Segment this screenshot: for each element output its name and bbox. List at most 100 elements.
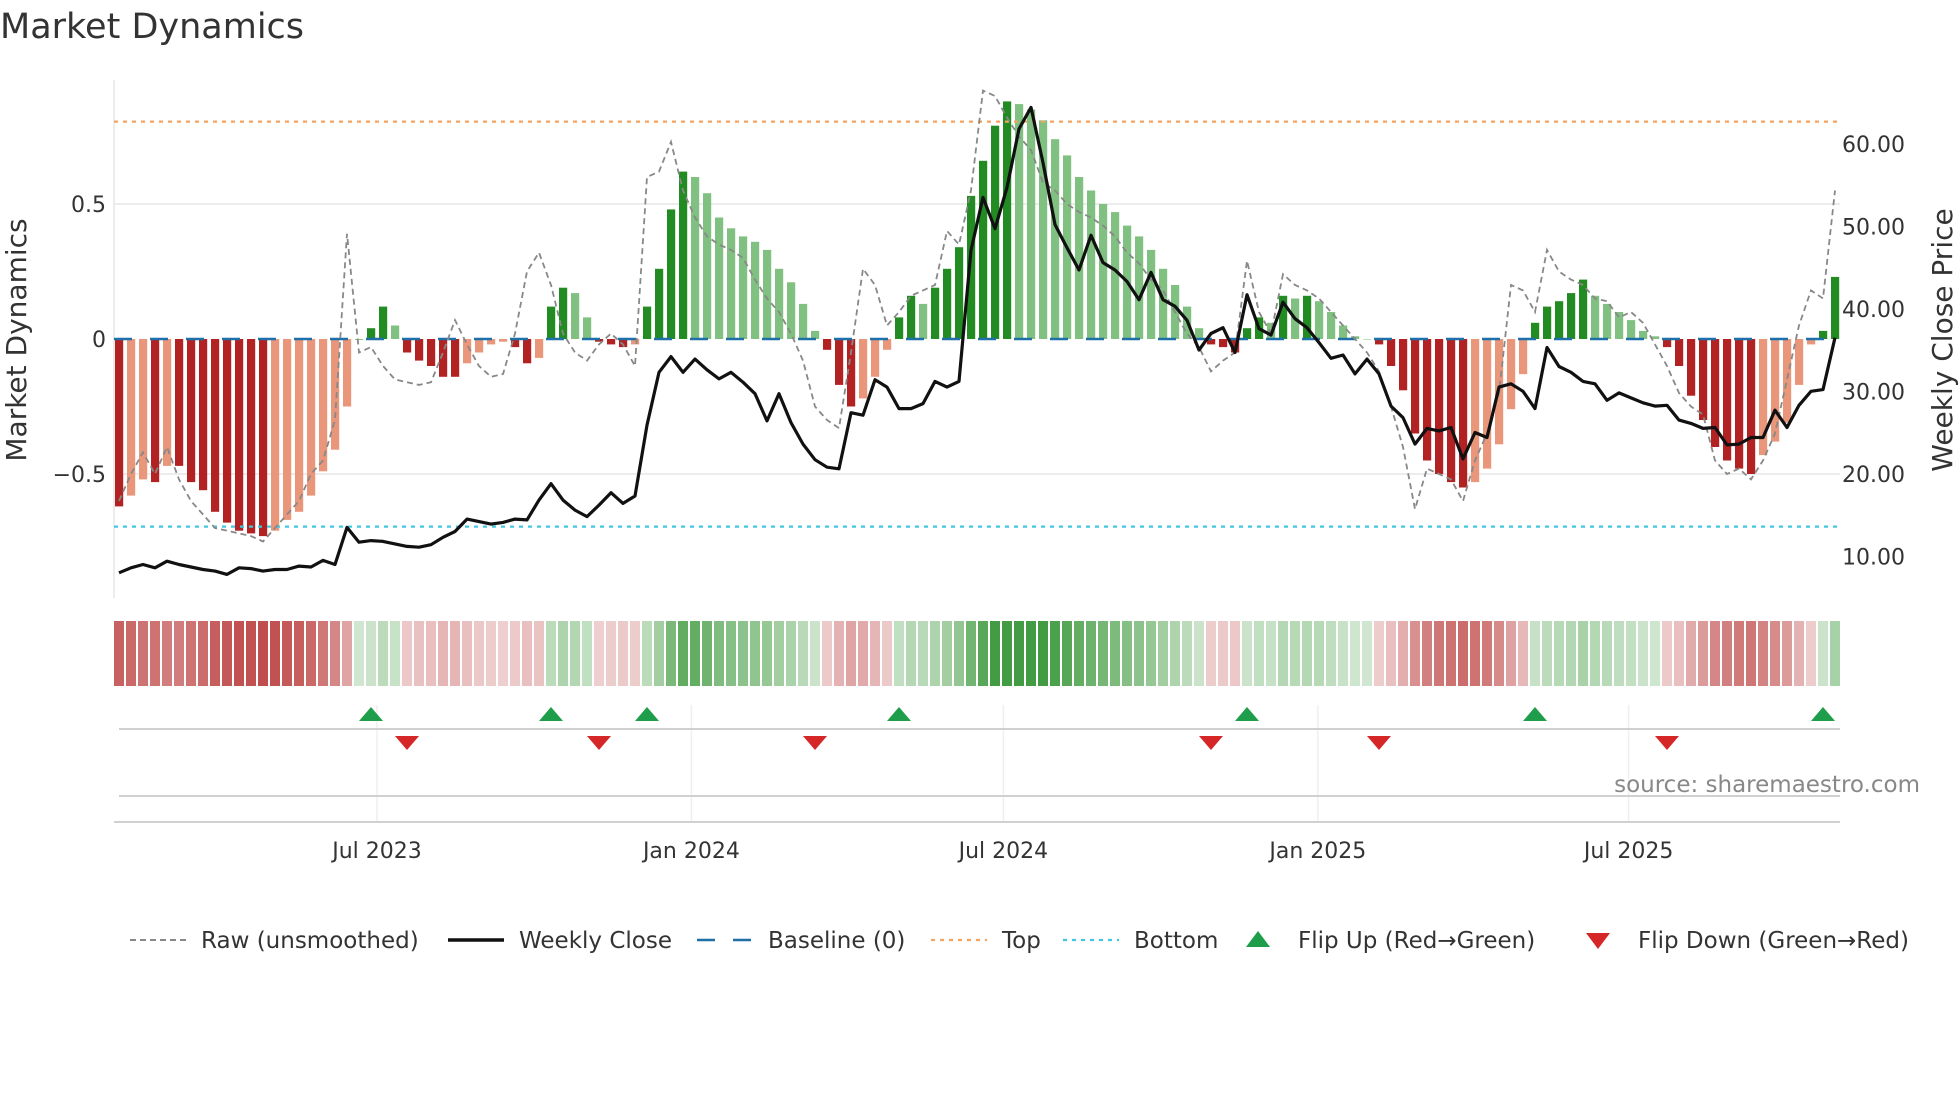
heat-cell bbox=[1782, 621, 1792, 686]
heat-cell bbox=[1674, 621, 1684, 686]
momentum-bar bbox=[871, 339, 880, 377]
legend-label: Raw (unsmoothed) bbox=[201, 928, 419, 954]
heat-cell bbox=[1350, 621, 1360, 686]
momentum-bar bbox=[931, 287, 940, 339]
momentum-bar bbox=[583, 317, 592, 339]
heat-cell bbox=[1062, 621, 1072, 686]
momentum-bar bbox=[415, 339, 424, 361]
momentum-bar bbox=[643, 306, 652, 339]
heat-cell bbox=[1662, 621, 1672, 686]
heat-cell bbox=[930, 621, 940, 686]
heat-cell bbox=[1578, 621, 1588, 686]
heat-cell bbox=[1122, 621, 1132, 686]
heat-cell bbox=[1050, 621, 1060, 686]
momentum-bar bbox=[1483, 339, 1492, 469]
momentum-bar bbox=[295, 339, 304, 512]
heat-cell bbox=[1470, 621, 1480, 686]
heat-cell bbox=[1758, 621, 1768, 686]
heat-cell bbox=[1158, 621, 1168, 686]
momentum-bar bbox=[1831, 276, 1840, 339]
heat-cell bbox=[1422, 621, 1432, 686]
momentum-bar bbox=[1795, 339, 1804, 385]
heat-cell bbox=[318, 621, 328, 686]
heat-cell bbox=[390, 621, 400, 686]
market-dynamics-chart: Market Dynamics 0.5 0 −0.5 60.00 50.00 40.00 3… bbox=[0, 7, 1959, 954]
heat-cell bbox=[1242, 621, 1252, 686]
momentum-bar bbox=[1543, 306, 1552, 339]
y2-axis-label: Weekly Close Price bbox=[1926, 208, 1959, 471]
heat-cell bbox=[846, 621, 856, 686]
heat-cell bbox=[1086, 621, 1096, 686]
source-note: source: sharemaestro.com bbox=[1614, 772, 1920, 798]
momentum-bar bbox=[679, 171, 688, 339]
heat-cell bbox=[1650, 621, 1660, 686]
heat-cell bbox=[1170, 621, 1180, 686]
momentum-bar bbox=[367, 328, 376, 339]
momentum-bar bbox=[283, 339, 292, 520]
heat-cell bbox=[486, 621, 496, 686]
heat-cell bbox=[1530, 621, 1540, 686]
flip-up-marker bbox=[887, 707, 911, 721]
heat-cell bbox=[438, 621, 448, 686]
heat-cell bbox=[1374, 621, 1384, 686]
heat-cell bbox=[1794, 621, 1804, 686]
heat-cell bbox=[546, 621, 556, 686]
heat-cell bbox=[666, 621, 676, 686]
momentum-bar bbox=[1735, 339, 1744, 469]
heat-cell bbox=[1278, 621, 1288, 686]
momentum-bar bbox=[1567, 293, 1576, 339]
heat-cell bbox=[1446, 621, 1456, 686]
heat-cell bbox=[222, 621, 232, 686]
heat-cell bbox=[942, 621, 952, 686]
momentum-bar bbox=[211, 339, 220, 512]
y-axis-label: Market Dynamics bbox=[0, 218, 33, 461]
momentum-bar bbox=[1447, 339, 1456, 483]
momentum-bar bbox=[715, 217, 724, 339]
y2-tick-label: 50.00 bbox=[1842, 215, 1905, 240]
momentum-bar bbox=[919, 303, 928, 339]
heat-cell bbox=[1518, 621, 1528, 686]
heat-cell bbox=[462, 621, 472, 686]
momentum-bar bbox=[1411, 339, 1420, 434]
momentum-bar bbox=[655, 268, 664, 339]
y2-tick-label: 30.00 bbox=[1842, 380, 1905, 405]
momentum-bar bbox=[547, 306, 556, 339]
momentum-bar bbox=[1387, 339, 1396, 366]
legend-flip-up-icon bbox=[1246, 931, 1270, 947]
heat-cell bbox=[1014, 621, 1024, 686]
momentum-bar bbox=[883, 339, 892, 350]
momentum-bar bbox=[151, 339, 160, 483]
heat-cell bbox=[534, 621, 544, 686]
momentum-bar bbox=[1111, 212, 1120, 339]
momentum-bar bbox=[979, 160, 988, 339]
heat-cell bbox=[414, 621, 424, 686]
momentum-bar bbox=[1147, 249, 1156, 339]
heat-cell bbox=[1134, 621, 1144, 686]
heat-cell bbox=[1818, 621, 1828, 686]
momentum-bar bbox=[175, 339, 184, 466]
heat-cell bbox=[978, 621, 988, 686]
heat-cell bbox=[606, 621, 616, 686]
flip-up-marker bbox=[1811, 707, 1835, 721]
heat-cell bbox=[510, 621, 520, 686]
momentum-bar bbox=[763, 249, 772, 339]
momentum-bar bbox=[259, 339, 268, 537]
heat-cell bbox=[1770, 621, 1780, 686]
momentum-bar bbox=[1159, 268, 1168, 339]
heat-cell bbox=[1002, 621, 1012, 686]
heat-cell bbox=[1026, 621, 1036, 686]
momentum-bar bbox=[727, 228, 736, 339]
momentum-bar bbox=[235, 339, 244, 531]
heat-cell bbox=[354, 621, 364, 686]
heat-cell bbox=[1614, 621, 1624, 686]
heat-cell bbox=[642, 621, 652, 686]
heat-cell bbox=[1386, 621, 1396, 686]
legend-label: Baseline (0) bbox=[768, 928, 905, 954]
heat-cell bbox=[894, 621, 904, 686]
heat-cell bbox=[1110, 621, 1120, 686]
heat-cell bbox=[1722, 621, 1732, 686]
momentum-bar bbox=[1003, 101, 1012, 340]
y-tick-label: 0 bbox=[92, 328, 106, 353]
heat-cell bbox=[1266, 621, 1276, 686]
heat-cell bbox=[1830, 621, 1840, 686]
